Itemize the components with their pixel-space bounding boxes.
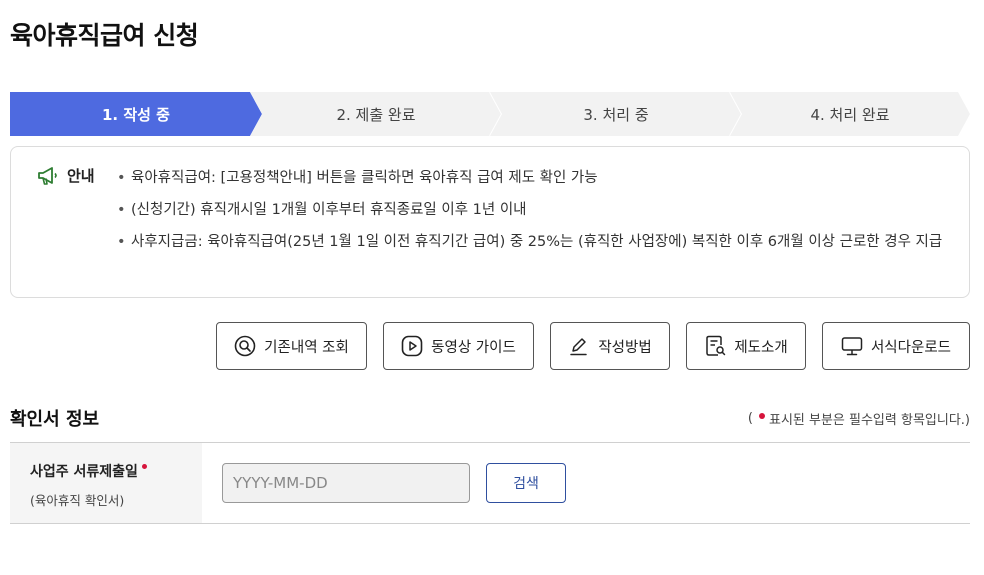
notice-list: 육아휴직급여: [고용정책안내] 버튼을 클릭하면 육아휴직 급여 제도 확인 … xyxy=(117,164,947,260)
required-note-text: 표시된 부분은 필수입력 항목입니다.) xyxy=(768,413,970,428)
step-1-label: 1. 작성 중 xyxy=(102,105,170,124)
system-intro-button[interactable]: 제도소개 xyxy=(686,322,806,370)
monitor-icon xyxy=(841,337,863,356)
step-indicator: 1. 작성 중 2. 제출 완료 3. 처리 중 4. 처리 완료 xyxy=(10,92,970,136)
pencil-icon xyxy=(570,338,588,356)
step-1: 1. 작성 중 xyxy=(10,92,262,136)
field-label: 사업주 서류제출일 xyxy=(30,461,147,481)
megaphone-icon xyxy=(38,166,57,185)
step-4: 4. 처리 완료 xyxy=(730,92,970,136)
document-search-icon xyxy=(706,335,726,356)
notice-label: 안내 xyxy=(67,167,95,185)
system-intro-label: 제도소개 xyxy=(734,339,788,356)
search-icon xyxy=(234,335,256,357)
step-3-label: 3. 처리 중 xyxy=(583,105,649,124)
section-title: 확인서 정보 xyxy=(10,409,100,430)
step-3: 3. 처리 중 xyxy=(490,92,742,136)
notice-header: 안내 xyxy=(37,165,95,186)
required-dot-icon xyxy=(141,464,147,469)
notice-item: 사후지급금: 육아휴직급여(25년 1월 1일 이전 휴직기간 급여) 중 25… xyxy=(117,228,947,256)
history-lookup-label: 기존내역 조회 xyxy=(264,339,349,356)
step-2: 2. 제출 완료 xyxy=(250,92,502,136)
required-note: ( 표시된 부분은 필수입력 항목입니다.) xyxy=(748,409,970,428)
step-4-label: 4. 처리 완료 xyxy=(810,105,890,124)
play-icon xyxy=(401,335,423,357)
video-guide-label: 동영상 가이드 xyxy=(431,339,516,356)
notice-box: 안내 육아휴직급여: [고용정책안내] 버튼을 클릭하면 육아휴직 급여 제도 … xyxy=(10,146,970,298)
page-title: 육아휴직급여 신청 xyxy=(10,21,199,50)
writing-guide-button[interactable]: 작성방법 xyxy=(550,322,670,370)
form-download-label: 서식다운로드 xyxy=(870,339,952,356)
submission-date-input[interactable] xyxy=(222,463,470,503)
field-sublabel: (육아휴직 확인서) xyxy=(30,493,125,508)
required-note-open: ( xyxy=(747,411,753,426)
step-2-label: 2. 제출 완료 xyxy=(336,105,416,124)
search-button[interactable]: 검색 xyxy=(486,463,566,503)
video-guide-button[interactable]: 동영상 가이드 xyxy=(383,322,534,370)
history-lookup-button[interactable]: 기존내역 조회 xyxy=(216,322,367,370)
field-label-text: 사업주 서류제출일 xyxy=(30,464,138,480)
notice-item: (신청기간) 휴직개시일 1개월 이후부터 휴직종료일 이후 1년 이내 xyxy=(117,196,947,224)
required-dot-icon xyxy=(758,412,765,419)
writing-guide-label: 작성방법 xyxy=(598,339,652,356)
notice-item: 육아휴직급여: [고용정책안내] 버튼을 클릭하면 육아휴직 급여 제도 확인 … xyxy=(117,164,947,192)
form-download-button[interactable]: 서식다운로드 xyxy=(822,322,970,370)
form-row: 사업주 서류제출일 (육아휴직 확인서) 검색 xyxy=(10,442,970,524)
field-label-cell: 사업주 서류제출일 (육아휴직 확인서) xyxy=(10,443,202,523)
